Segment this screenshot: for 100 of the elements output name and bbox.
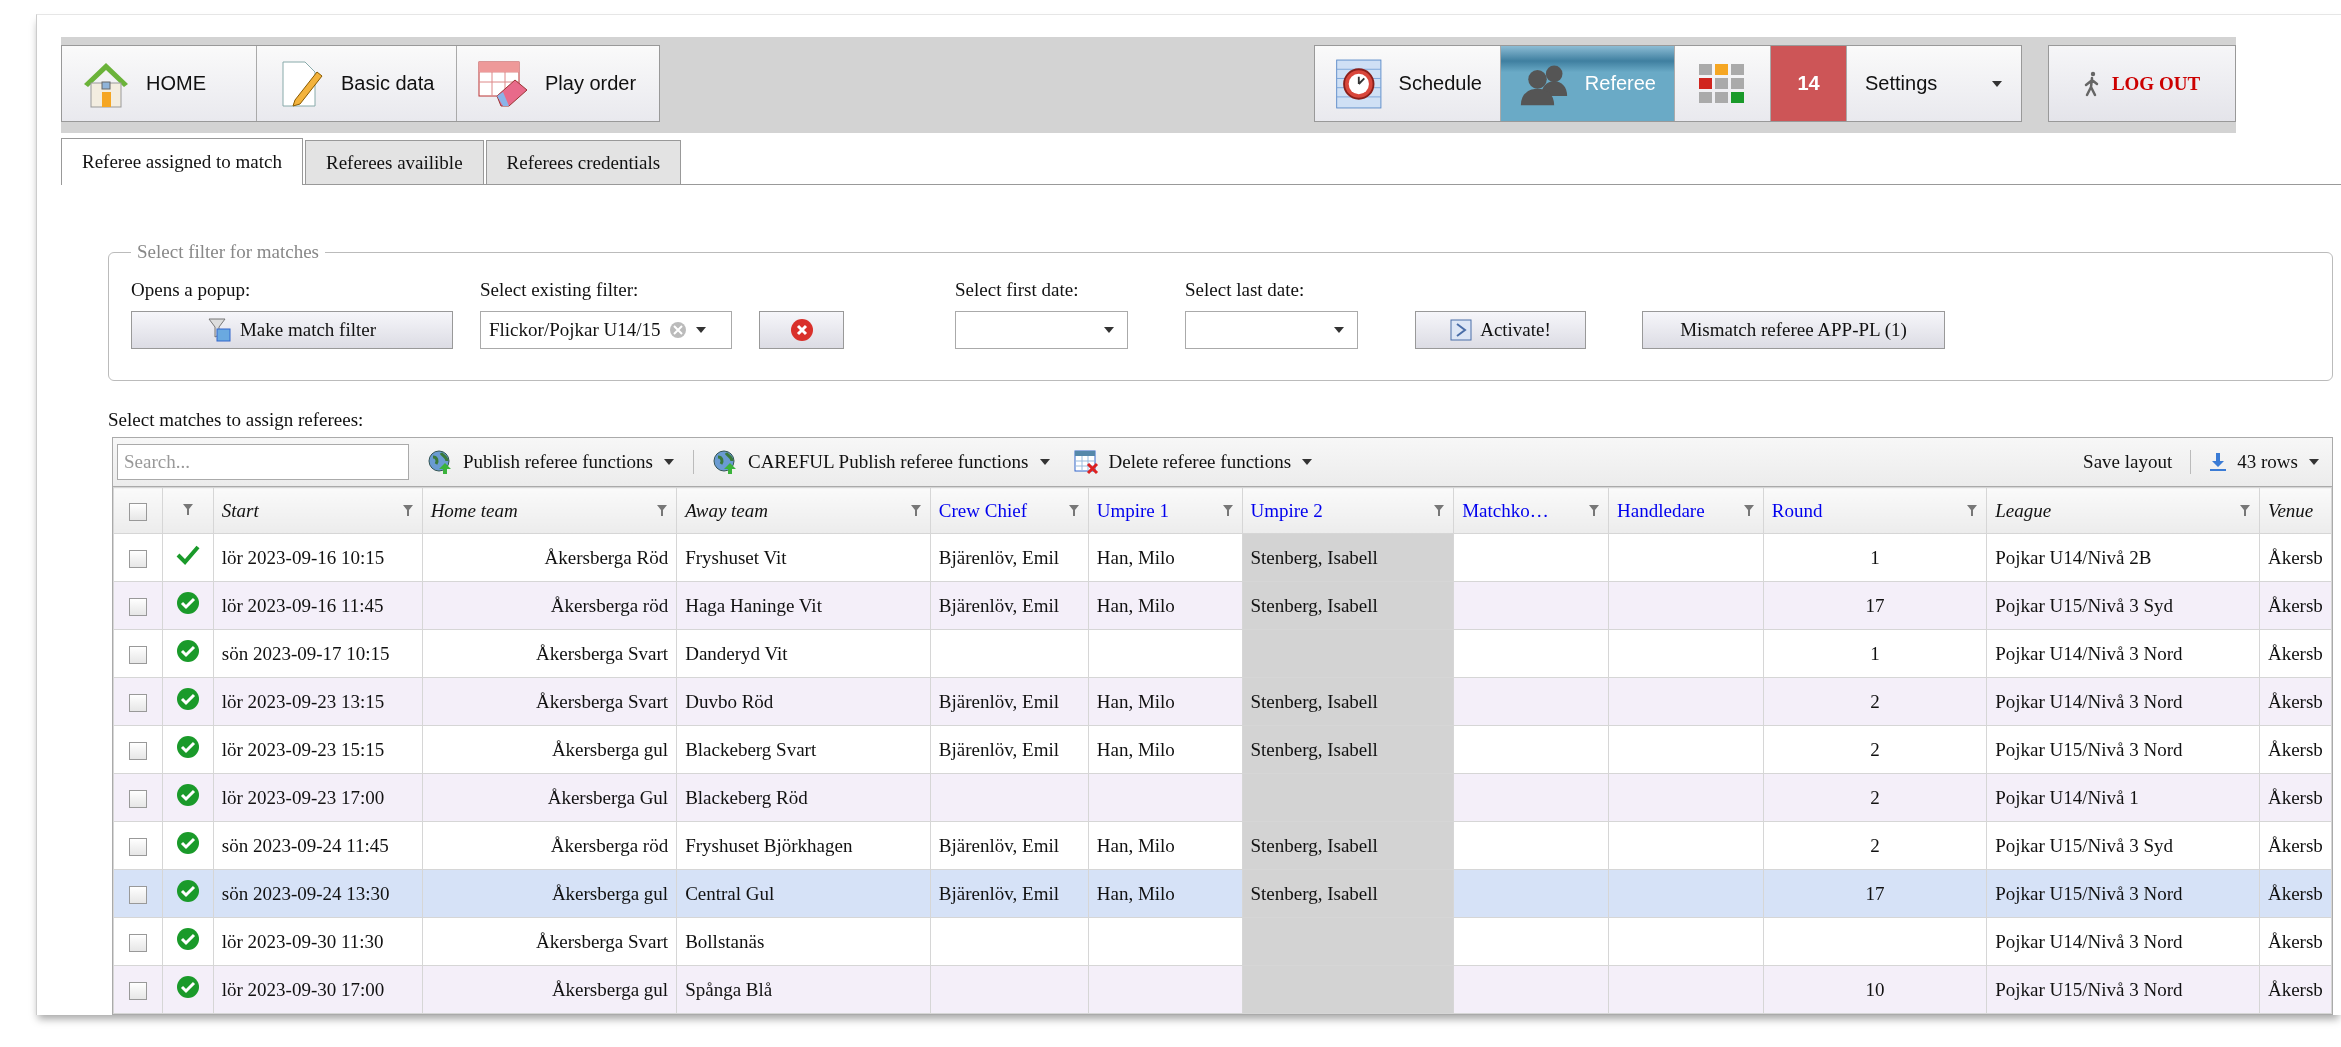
table-cell: Åkersb [2267,978,2323,1000]
export-dropdown[interactable]: 43 rows [2205,451,2324,473]
search-field[interactable]: Search... [117,444,409,480]
caret-icon [2308,458,2320,466]
column-header[interactable]: Start [213,487,423,534]
filter-icon[interactable] [1742,503,1755,518]
table-cell: Åkersb [2267,834,2323,856]
row-checkbox[interactable] [128,982,147,1001]
table-cell: 2 [1870,786,1880,808]
caret-icon [1333,326,1345,335]
row-checkbox[interactable] [128,598,147,617]
row-checkbox[interactable] [128,838,147,857]
table-row[interactable]: sön 2023-09-24 13:30 Åkersberga gul Central Gul Bjärenlöv, Emil Han, Milo Stenberg, Isabell 17 Pojkar U15/Nivå 3 Nord Åkersb [113,869,2332,918]
row-checkbox[interactable] [128,646,147,665]
table-cell: Stenberg, Isabell [1250,594,1378,616]
column-header[interactable]: Matchko… [1453,487,1609,534]
nav-button[interactable]: Schedule [1315,46,1501,121]
clear-icon[interactable] [668,321,687,340]
table-cell: Stenberg, Isabell [1250,834,1378,856]
table-cell: lör 2023-09-16 10:15 [221,546,385,568]
filter-icon[interactable] [1067,503,1080,518]
date-field[interactable] [955,311,1128,350]
toolbar-dropdown[interactable]: CAREFUL Publish referee functions [707,449,1055,475]
column-header[interactable]: Handledare [1608,487,1764,534]
table-cell: lör 2023-09-30 11:30 [221,930,384,952]
table-row[interactable]: lör 2023-09-16 10:15 Åkersberga Röd Fryshuset Vit Bjärenlöv, Emil Han, Milo Stenberg, Isabell 1 Pojkar U14/Nivå 2B Åkersb [113,533,2332,582]
table-row[interactable]: lör 2023-09-23 15:15 Åkersberga gul Blackeberg Svart Bjärenlöv, Emil Han, Milo Stenberg, Isabell 2 Pojkar U15/Nivå 3 Nord Åkersb [113,725,2332,774]
table-cell: Han, Milo [1096,690,1175,712]
table-row[interactable]: sön 2023-09-17 10:15 Åkersberga Svart Danderyd Vit 1 Pojkar U14/Nivå 3 Nord Åkersb [113,629,2332,678]
nav-button[interactable]: Play order [457,46,659,121]
table-cell: Bjärenlöv, Emil [938,690,1059,712]
column-header[interactable]: Round [1763,487,1987,534]
clear-filter-button[interactable] [759,311,844,350]
filter-dropdown[interactable]: Flickor/Pojkar U14/15 [480,311,732,350]
apps-button[interactable] [1675,46,1771,121]
date-field[interactable] [1185,311,1358,350]
column-header[interactable]: Crew Chief [930,487,1089,534]
filter-icon[interactable] [1966,503,1979,518]
column-header[interactable]: Venue [2259,487,2332,534]
table-cell: Åkersberga Svart [536,690,669,712]
download-icon [2209,452,2228,472]
row-checkbox[interactable] [128,742,147,761]
table-row[interactable]: lör 2023-09-23 13:15 Åkersberga Svart Duvbo Röd Bjärenlöv, Emil Han, Milo Stenberg, Isabell 2 Pojkar U14/Nivå 3 Nord Åkersb [113,677,2332,726]
caret-icon [662,458,675,466]
tab[interactable]: Referees credentials [485,140,682,185]
nav-button[interactable]: HOME [62,46,257,121]
app-grid-icon [1698,63,1747,104]
table-row[interactable]: lör 2023-09-16 11:45 Åkersberga röd Haga Haninge Vit Bjärenlöv, Emil Han, Milo Stenberg, Isabell 17 Pojkar U15/Nivå 3 Syd Åkersb [113,581,2332,630]
filter-icon[interactable] [181,502,194,517]
table-cell: Åkersberga Svart [536,642,669,664]
column-header[interactable]: Umpire 1 [1088,487,1242,534]
table-cell: Bjärenlöv, Emil [938,738,1059,760]
table-row[interactable]: lör 2023-09-30 17:00 Åkersberga gul Spånga Blå 10 Pojkar U15/Nivå 3 Nord Åkersb [113,965,2332,1014]
filter-icon[interactable] [909,503,922,518]
table-cell: Pojkar U15/Nivå 3 Nord [1995,978,2183,1000]
table-cell: lör 2023-09-16 11:45 [221,594,384,616]
save-layout-button[interactable]: Save layout [2079,451,2177,473]
caret-icon [1991,79,2003,88]
table-cell: Stenberg, Isabell [1250,738,1378,760]
table-cell: Bjärenlöv, Emil [938,834,1059,856]
table-row[interactable]: lör 2023-09-30 11:30 Åkersberga Svart Bollstanäs Pojkar U14/Nivå 3 Nord Åkersb [113,917,2332,966]
nav-button[interactable]: Basic data [257,46,457,121]
filter-icon[interactable] [2238,503,2251,518]
field-label: Select first date: [955,279,1080,302]
filter-icon[interactable] [1221,503,1234,518]
column-header[interactable]: Away team [676,487,931,534]
tab[interactable]: Referee assigned to match [61,138,303,186]
close-icon [789,318,814,343]
row-checkbox[interactable] [128,550,147,569]
row-checkbox[interactable] [128,694,147,713]
filter-icon[interactable] [1433,503,1446,518]
select-all-checkbox[interactable] [128,503,147,522]
table-cell: Bjärenlöv, Emil [938,882,1059,904]
table-cell: Åkersberga Röd [544,546,669,568]
mismatch-button[interactable]: Mismatch referee APP-PL (1) [1642,311,1945,350]
column-header[interactable]: Umpire 2 [1242,487,1454,534]
table-cell: Han, Milo [1096,738,1175,760]
row-checkbox[interactable] [128,790,147,809]
table-cell: Åkersberga gul [551,882,669,904]
make-filter-button[interactable]: Make match filter [131,311,453,350]
column-header[interactable]: Home team [422,487,677,534]
activate-button[interactable]: Activate! [1415,311,1586,350]
filter-icon[interactable] [1588,503,1601,518]
table-cell: Han, Milo [1096,594,1175,616]
table-cell: Pojkar U15/Nivå 3 Syd [1995,594,2174,616]
table-row[interactable]: lör 2023-09-23 17:00 Åkersberga Gul Blackeberg Röd 2 Pojkar U14/Nivå 1 Åkersb [113,773,2332,822]
table-cell: Danderyd Vit [685,642,788,664]
settings-dropdown[interactable]: Settings [1847,46,2021,121]
column-header[interactable]: League [1986,487,2260,534]
row-checkbox[interactable] [128,934,147,953]
count-badge[interactable]: 14 [1771,46,1847,121]
logout-button[interactable]: LOG OUT [2048,45,2236,122]
row-checkbox[interactable] [128,886,147,905]
filter-icon[interactable] [401,503,414,518]
table-row[interactable]: sön 2023-09-24 11:45 Åkersberga röd Fryshuset Björkhagen Bjärenlöv, Emil Han, Milo Stenberg, Isabell 2 Pojkar U15/Nivå 3 Syd Åkersb [113,821,2332,870]
caret-icon [694,326,707,335]
tab[interactable]: Referees availible [304,140,484,185]
filter-icon[interactable] [656,503,669,518]
toolbar-dropdown[interactable]: Delete referee functions [1068,449,1318,475]
toolbar-dropdown[interactable]: Publish referee functions [423,449,679,475]
